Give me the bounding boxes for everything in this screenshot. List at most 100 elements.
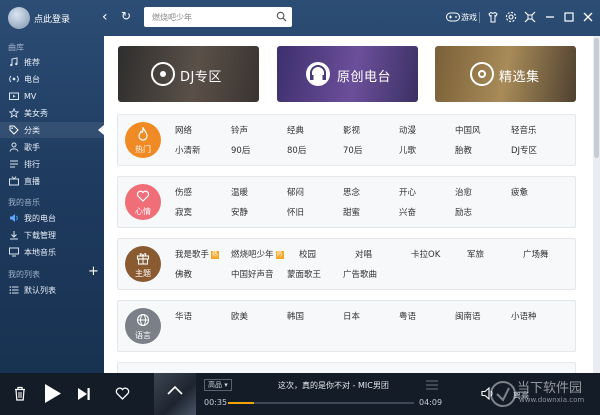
tag[interactable]: 军旅 [467, 248, 484, 260]
tag[interactable]: 经典 [287, 124, 304, 136]
sidebar-item-rank[interactable]: 排行 [0, 156, 104, 172]
tag[interactable]: 广场舞 [523, 248, 549, 260]
banner-original-radio[interactable]: 原创电台 [277, 46, 418, 102]
sidebar-item-singer[interactable]: 歌手 [0, 139, 104, 155]
tag-with-hot[interactable]: 我是歌手热 [175, 248, 220, 260]
sidebar: 曲库 推荐 电台 MV 美女秀 分类 歌手 排行 直播 我的音乐 我的电台 下载… [0, 36, 104, 373]
tag[interactable]: 治愈 [455, 186, 472, 198]
tag[interactable]: 动漫 [399, 124, 416, 136]
sidebar-item-mv[interactable]: MV [0, 88, 104, 104]
tag[interactable]: 粤语 [399, 310, 416, 322]
tag[interactable]: 韩国 [287, 310, 304, 322]
minimize-icon[interactable] [544, 11, 556, 23]
music-note-icon [10, 57, 18, 67]
search-box[interactable]: 燃烧吧少年 [144, 7, 292, 27]
tag[interactable]: 日本 [343, 310, 360, 322]
tag[interactable]: 70后 [343, 144, 362, 156]
category-mood-badge: 心情 [125, 184, 161, 220]
tag[interactable]: 90后 [231, 144, 250, 156]
tag[interactable]: 伤感 [175, 186, 192, 198]
next-track-icon[interactable] [77, 387, 91, 401]
tag[interactable]: 郁闷 [287, 186, 304, 198]
trash-icon[interactable] [13, 386, 27, 401]
banner-original-radio-label: 原创电台 [337, 70, 392, 85]
tag[interactable]: 思念 [343, 186, 360, 198]
sidebar-item-download[interactable]: 下载管理 [0, 227, 104, 243]
scrollbar-thumb[interactable] [594, 38, 599, 158]
mv-icon [9, 92, 19, 100]
song-title: 这次，真的是你不对 - MIC男团 [278, 381, 389, 390]
sidebar-item-local-music[interactable]: 本地音乐 [0, 244, 104, 260]
tag[interactable]: 寂寞 [175, 206, 192, 218]
tag[interactable]: 铃声 [231, 124, 248, 136]
tag[interactable]: 小语种 [511, 310, 537, 322]
progress-bar[interactable] [228, 402, 414, 404]
tag[interactable]: 欧美 [231, 310, 248, 322]
maximize-icon[interactable] [563, 11, 575, 23]
sidebar-item-radio[interactable]: 电台 [0, 71, 104, 87]
tag[interactable]: 励志 [455, 206, 472, 218]
tag[interactable]: 中国风 [455, 124, 481, 136]
tag[interactable]: 中国好声音 [231, 268, 274, 280]
tag[interactable]: 蒙面歌王 [287, 268, 321, 280]
title-bar: 点此登录 ‹ ↻ 燃烧吧少年 游戏 [0, 0, 600, 36]
close-icon[interactable] [582, 11, 594, 23]
tag[interactable]: 温暖 [231, 186, 248, 198]
add-list-plus-icon[interactable]: + [88, 264, 99, 279]
tag[interactable]: 轻音乐 [511, 124, 537, 136]
settings-gear-icon[interactable] [505, 11, 517, 23]
banner-selection[interactable]: 精选集 [435, 46, 576, 102]
banner-dj[interactable]: DJ专区 [118, 46, 259, 102]
sidebar-item-default-list[interactable]: 默认列表 [0, 282, 104, 298]
star-icon [9, 108, 19, 118]
tag-with-hot[interactable]: 燃烧吧少年热 [231, 248, 284, 260]
search-input[interactable]: 燃烧吧少年 [152, 12, 192, 23]
search-icon[interactable] [276, 11, 287, 22]
progress-fill [228, 402, 255, 404]
tag[interactable]: DJ专区 [511, 144, 537, 156]
login-link[interactable]: 点此登录 [34, 12, 70, 25]
live-icon [9, 176, 19, 186]
sidebar-item-category[interactable]: 分类 [0, 122, 104, 138]
tag[interactable]: 胎教 [455, 144, 472, 156]
favorite-heart-icon[interactable] [115, 387, 130, 400]
tag[interactable]: 闽南语 [455, 310, 481, 322]
game-link[interactable]: 游戏 [461, 12, 477, 23]
play-icon[interactable] [43, 383, 62, 404]
sidebar-item-recommend[interactable]: 推荐 [0, 54, 104, 70]
playlist-icon[interactable] [426, 380, 438, 390]
mini-mode-icon[interactable] [524, 11, 536, 23]
tag[interactable]: 影视 [343, 124, 360, 136]
back-arrow-icon[interactable]: ‹ [102, 9, 108, 25]
sidebar-item-show[interactable]: 美女秀 [0, 105, 104, 121]
gamepad-icon[interactable] [446, 12, 460, 22]
sidebar-item-label: 排行 [24, 159, 40, 169]
tag[interactable]: 开心 [399, 186, 416, 198]
tag[interactable]: 儿歌 [399, 144, 416, 156]
sidebar-section-library: 曲库 [8, 43, 24, 52]
tag[interactable]: 广告歌曲 [343, 268, 377, 280]
tag[interactable]: 佛教 [175, 268, 192, 280]
tag[interactable]: 80后 [287, 144, 306, 156]
tag[interactable]: 校园 [299, 248, 316, 260]
scrollbar[interactable] [593, 36, 600, 373]
tag[interactable]: 安静 [231, 206, 248, 218]
sidebar-item-live[interactable]: 直播 [0, 173, 104, 189]
tag[interactable]: 卡拉OK [411, 248, 440, 260]
quality-selector[interactable]: 高品 ▾ [204, 379, 232, 391]
tag[interactable]: 兴奋 [399, 206, 416, 218]
refresh-icon[interactable]: ↻ [121, 9, 131, 23]
tag[interactable]: 小清新 [175, 144, 201, 156]
expand-chevron-icon[interactable] [166, 384, 184, 396]
vinyl-hand-icon [151, 62, 175, 86]
tag[interactable]: 网络 [175, 124, 192, 136]
skin-icon[interactable] [487, 11, 499, 23]
tag[interactable]: 甜蜜 [343, 206, 360, 218]
user-avatar[interactable] [8, 7, 30, 29]
tag[interactable]: 对唱 [355, 248, 372, 260]
hot-badge: 热 [275, 251, 284, 259]
tag[interactable]: 疲惫 [511, 186, 528, 198]
sidebar-item-my-radio[interactable]: 我的电台 [0, 210, 104, 226]
tag[interactable]: 华语 [175, 310, 192, 322]
tag[interactable]: 怀旧 [287, 206, 304, 218]
